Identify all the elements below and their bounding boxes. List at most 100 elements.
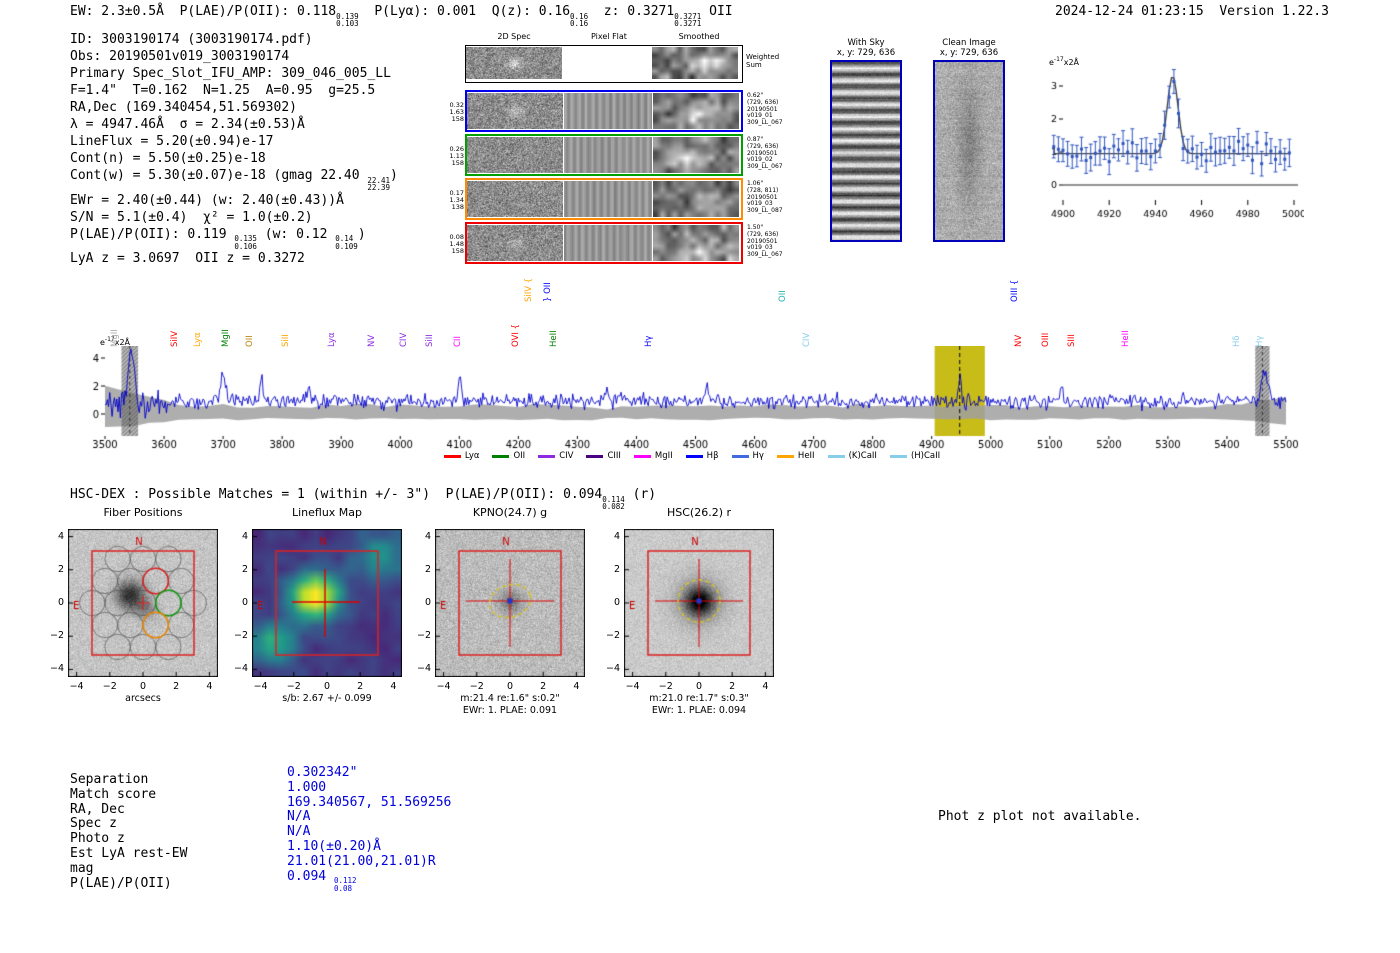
legend-label: Lyα	[464, 451, 480, 461]
hscdex-main: HSC-DEX : Possible Matches = 1 (within +…	[70, 487, 603, 502]
legend-swatch-icon	[538, 454, 556, 458]
spec2d-left-value: 138	[451, 203, 464, 211]
cutout-title-0: Fiber Positions	[103, 506, 183, 519]
spec2d-right-value: 309_LL_067	[747, 119, 783, 127]
cutout-caption-0: m:21.4 re:1.6" s:0.2"	[460, 693, 560, 704]
hscdex-lower: 0.082	[602, 502, 625, 511]
plae-poii-stat: P(LAE)/P(OII): 0.118	[179, 4, 337, 19]
match-row-label-plaepoii: P(LAE)/P(OII)	[70, 875, 172, 891]
legend-item-hcaii: (H)CaII	[889, 451, 940, 461]
legend-item-kcaii: (K)CaII	[827, 451, 877, 461]
legend-item-mgii: MgII	[633, 451, 673, 461]
spectrum-legend: Lyα OII CIV CIII MgII Hβ Hγ HeII (K)CaII (H)CaII	[84, 451, 1300, 461]
cutout-xtick: 4	[762, 681, 769, 692]
clean-image-canvas	[935, 62, 1003, 240]
timestamp-version: 2024-12-24 01:23:15 Version 1.22.3	[1055, 4, 1329, 19]
spec2d-row-4-panel-0	[467, 225, 563, 261]
primary-slot: Primary Spec_Slot_IFU_AMP: 309_046_005_L…	[70, 66, 391, 81]
gmag-bounds: 22.41 22.39	[367, 176, 390, 192]
cutout-ytick: 2	[241, 563, 248, 575]
legend-swatch-icon	[731, 454, 749, 458]
spectral-line-label-siiv: SiIV {	[523, 277, 534, 302]
match-row-value: N/A	[287, 824, 311, 840]
elixer-report-page: EW: 2.3±0.5Å P(LAE)/P(OII): 0.118 0.139 0.…	[0, 0, 1400, 953]
seeing-stats: F=1.4" T=0.162 N=1.25 A=0.95 g=25.5	[70, 83, 376, 98]
spec2d-row-2-panel-2	[653, 137, 739, 173]
cutout-ytick: −2	[233, 630, 248, 642]
spectral-line-label-oiii: OIII	[1041, 332, 1052, 347]
spec2d-right-value: 309_LL_087	[747, 207, 783, 215]
spectral-line-label-heii: HeII	[548, 330, 559, 347]
legend-label: Hγ	[752, 451, 764, 461]
cutout-ytick: 4	[241, 530, 248, 542]
spec2d-row-3-left-labels: 0.17 1.34 138	[440, 190, 464, 211]
spec2d-left-value: 158	[451, 115, 464, 123]
cutout-xtick: 2	[729, 681, 736, 692]
fit-flux-units-annotation: e-17x2Å	[1049, 56, 1079, 67]
legend-item-ly: Lyα	[443, 451, 480, 461]
cutout-xtick: −2	[286, 681, 301, 692]
spec2d-row-0-right-labels: Weighted Sum	[746, 53, 779, 69]
emission-line-fit-plot	[1032, 50, 1304, 226]
spec2d-row-3-panel-1	[564, 181, 652, 217]
cutout-xtick: 4	[573, 681, 580, 692]
spectral-line-label-heii: HeII	[1121, 330, 1132, 347]
with-sky-title: With Sky	[847, 38, 885, 48]
spectral-line-label-ly: Lyα	[326, 332, 337, 347]
match-row-value: N/A	[287, 809, 311, 825]
col-header-2d-spec: 2D Spec	[497, 32, 531, 41]
spectral-line-label-ovi: OVI {	[511, 324, 522, 347]
photz-note: Phot z plot not available.	[938, 809, 1142, 824]
plae-lower: 0.103	[336, 19, 359, 28]
cutout-xtick: 0	[323, 681, 331, 692]
plae-lower-1: 0.106	[234, 241, 257, 251]
fit-units-exponent: -17	[1053, 56, 1064, 63]
cutout-ytick: −4	[49, 663, 64, 675]
cutout-xtick: −2	[102, 681, 117, 692]
cutout-ytick: 2	[613, 563, 620, 575]
legend-label: MgII	[654, 451, 673, 461]
cutout-ytick: 2	[57, 563, 64, 575]
clean-image-coords: x, y: 729, 636	[939, 48, 999, 58]
legend-swatch-icon	[889, 454, 907, 458]
cont-w-close: )	[390, 168, 398, 183]
hscdex-bounds: 0.114 0.082	[602, 495, 625, 511]
detection-info-block: ID: 3003190174 (3003190174.pdf) Obs: 201…	[70, 31, 398, 267]
spec2d-row-0-panel-2	[652, 47, 738, 79]
match-row-label-matchscore: Match score	[70, 786, 157, 802]
spec2d-right-value: Sum	[746, 60, 762, 69]
z-classification: OII	[701, 4, 733, 19]
spec2d-cutout-grid: Weighted Sum 0.32 1.63 158 0.62" (729, 636) 201…	[450, 43, 783, 265]
qz-bounds: 0.16 0.16	[570, 12, 589, 28]
spectral-line-label-civ: CIV	[801, 332, 812, 347]
match-row-value: 0.094 0.112 0.08	[287, 868, 357, 893]
spec2d-row-0-panel-0	[466, 47, 562, 79]
cutout-xtick: −2	[658, 681, 673, 692]
legend-label: CIV	[559, 451, 574, 461]
plae-bounds-1: 0.135 0.106	[234, 235, 257, 250]
with-sky-image	[830, 60, 902, 242]
legend-label: Hβ	[706, 451, 719, 461]
cont-w: Cont(w) = 5.30(±0.07)e-18 (gmag 22.40 22…	[70, 167, 398, 192]
cutout-ytick: −4	[416, 663, 431, 675]
legend-swatch-icon	[827, 454, 845, 458]
match-row-value: 169.340567, 51.569256	[287, 794, 452, 810]
cutout-image-lineflux	[252, 529, 402, 677]
cutout-xtick: −4	[253, 681, 268, 692]
spec2d-left-value: 158	[451, 159, 464, 167]
legend-swatch-icon	[443, 454, 461, 458]
z-bounds: 0.3271 0.3271	[674, 12, 701, 28]
spec2d-row-4-right-labels: 1.50" (729, 636) 20190501 v019_03 309_LL_067	[747, 224, 783, 259]
spectral-line-label-oii: } OII	[542, 282, 553, 302]
cutout-caption-0: m:21.0 re:1.7" s:0.3"	[649, 693, 749, 704]
spec2d-row-1-panel-1	[564, 93, 652, 129]
legend-label: (K)CaII	[848, 451, 877, 461]
cutout-title-3: HSC(26.2) r	[666, 506, 732, 519]
cutout-caption-1: EWr: 1. PLAE: 0.091	[462, 705, 558, 716]
cutout-ytick: 0	[241, 597, 248, 608]
spec2d-row-1: 0.32 1.63 158 0.62" (729, 636) 20190501 v019_0…	[450, 90, 783, 132]
match-row-label-separation: Separation	[70, 772, 149, 787]
qz-lower: 0.16	[570, 19, 589, 28]
spec2d-row-1-left-labels: 0.32 1.63 158	[440, 102, 464, 123]
spec2d-row-3-panel-0	[467, 181, 563, 217]
